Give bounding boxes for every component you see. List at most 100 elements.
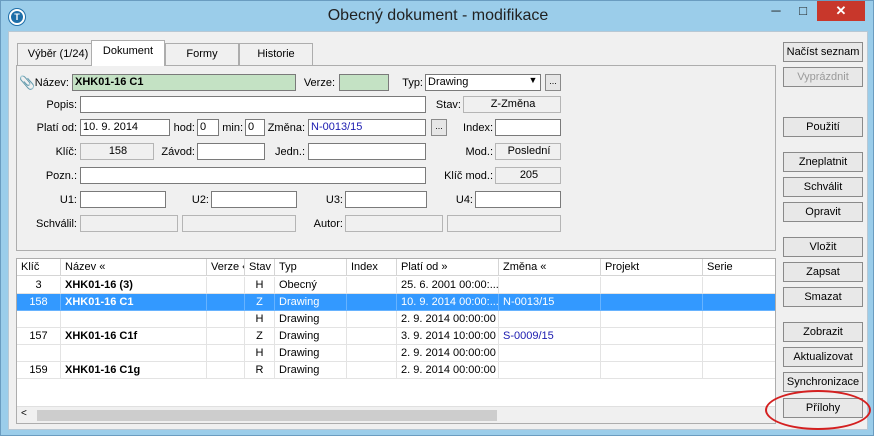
- autor-date-field: [447, 215, 561, 232]
- cell-typ: Drawing: [275, 328, 347, 345]
- tab-dokument[interactable]: Dokument: [91, 40, 165, 66]
- table-cell: [601, 294, 703, 311]
- chevron-left-icon[interactable]: <: [21, 408, 27, 419]
- cell-zmena: [499, 362, 601, 379]
- col-typ[interactable]: Typ: [275, 259, 347, 276]
- table-cell: [703, 328, 775, 345]
- close-button[interactable]: ✕: [817, 1, 865, 21]
- nazev-field[interactable]: XHK01-16 C1: [72, 74, 296, 91]
- minimize-button[interactable]: ─: [763, 1, 789, 21]
- table-row[interactable]: 158 XHK01-16 C1 Z Drawing 10. 9. 2014 00:00:…: [17, 294, 775, 311]
- cell-typ: Drawing: [275, 362, 347, 379]
- col-nazev[interactable]: Název «: [61, 259, 207, 276]
- table-cell: [207, 294, 245, 311]
- table-row[interactable]: 159 XHK01-16 C1g R Drawing 2. 9. 2014 00:00:…: [17, 362, 775, 379]
- app-window: T Obecný dokument - modifikace ─ □ ✕ Výb…: [0, 0, 874, 436]
- min-field[interactable]: 0: [245, 119, 265, 136]
- window-title: Obecný dokument - modifikace: [327, 7, 549, 24]
- autor-field: [345, 215, 443, 232]
- col-verze[interactable]: Verze «: [207, 259, 245, 276]
- popis-field[interactable]: [80, 96, 426, 113]
- scrollbar-thumb[interactable]: [37, 410, 497, 421]
- cell-typ: Drawing: [275, 311, 347, 328]
- cell-klic: [17, 345, 61, 362]
- tab-formy[interactable]: Formy: [165, 43, 239, 65]
- jedn-field[interactable]: [308, 143, 426, 160]
- col-stav[interactable]: Stav: [245, 259, 275, 276]
- cell-nazev: XHK01-16 C1g: [61, 362, 207, 379]
- client-area: Výběr (1/24) Dokument Formy Historie 📎 N…: [8, 31, 868, 430]
- table-row[interactable]: 3 XHK01-16 (3) H Obecný 25. 6. 2001 00:00:..…: [17, 277, 775, 294]
- vlozit-button[interactable]: Vložit: [783, 237, 863, 257]
- nazev-label: Název:: [34, 77, 69, 89]
- horizontal-scrollbar[interactable]: <: [17, 406, 775, 423]
- document-grid: Klíč Název « Verze « Stav Typ Index Plat…: [16, 258, 776, 424]
- index-field[interactable]: [495, 119, 561, 136]
- cell-plati: 25. 6. 2001 00:00:...: [397, 277, 499, 294]
- zapsat-button[interactable]: Zapsat: [783, 262, 863, 282]
- table-row[interactable]: 157 XHK01-16 C1f Z Drawing 3. 9. 2014 10:00:…: [17, 328, 775, 345]
- u2-field[interactable]: [211, 191, 297, 208]
- table-cell: [601, 277, 703, 294]
- jedn-label: Jedn.:: [275, 146, 305, 158]
- stav-label: Stav:: [435, 99, 461, 111]
- cell-stav: Z: [245, 294, 275, 311]
- table-row[interactable]: H Drawing 2. 9. 2014 00:00:00: [17, 345, 775, 362]
- maximize-button[interactable]: □: [790, 1, 816, 21]
- pozn-field[interactable]: [80, 167, 426, 184]
- col-plati-od[interactable]: Platí od »: [397, 259, 499, 276]
- nacist-seznam-button[interactable]: Načíst seznam: [783, 42, 863, 62]
- typ-browse-button[interactable]: ...: [545, 74, 561, 91]
- klic-label: Klíč:: [55, 146, 77, 158]
- cell-klic: 3: [17, 277, 61, 294]
- tab-historie[interactable]: Historie: [239, 43, 313, 65]
- zobrazit-button[interactable]: Zobrazit: [783, 322, 863, 342]
- col-serie[interactable]: Serie: [703, 259, 775, 276]
- tab-vyber[interactable]: Výběr (1/24): [17, 43, 99, 65]
- zneplatnit-button[interactable]: Zneplatnit: [783, 152, 863, 172]
- zmena-browse-button[interactable]: ...: [431, 119, 447, 136]
- u3-field[interactable]: [345, 191, 427, 208]
- opravit-button[interactable]: Opravit: [783, 202, 863, 222]
- cell-typ: Drawing: [275, 294, 347, 311]
- table-row[interactable]: H Drawing 2. 9. 2014 00:00:00: [17, 311, 775, 328]
- u2-label: U2:: [191, 194, 209, 206]
- cell-klic: 158: [17, 294, 61, 311]
- schvalit-button[interactable]: Schválit: [783, 177, 863, 197]
- table-cell: [347, 345, 397, 362]
- u4-field[interactable]: [475, 191, 561, 208]
- hod-field[interactable]: 0: [197, 119, 219, 136]
- schvalil-label: Schválil:: [36, 218, 77, 230]
- vyprazdnit-button[interactable]: Vyprázdnit: [783, 67, 863, 87]
- min-label: min:: [222, 122, 243, 134]
- cell-klic: 157: [17, 328, 61, 345]
- pouziti-button[interactable]: Použití: [783, 117, 863, 137]
- highlight-annotation: [765, 390, 871, 430]
- col-projekt[interactable]: Projekt: [601, 259, 703, 276]
- schvalil-date-field: [182, 215, 296, 232]
- col-klic[interactable]: Klíč: [17, 259, 61, 276]
- popis-label: Popis:: [46, 99, 77, 111]
- synchronizace-button[interactable]: Synchronizace: [783, 372, 863, 392]
- chevron-down-icon[interactable]: ▼: [525, 74, 541, 91]
- col-zmena[interactable]: Změna «: [499, 259, 601, 276]
- klic-field: 158: [80, 143, 154, 160]
- zmena-field[interactable]: N-0013/15: [308, 119, 426, 136]
- u1-field[interactable]: [80, 191, 166, 208]
- verze-field[interactable]: [339, 74, 389, 91]
- col-index[interactable]: Index: [347, 259, 397, 276]
- verze-label: Verze:: [303, 77, 335, 89]
- plati-od-field[interactable]: 10. 9. 2014: [80, 119, 170, 136]
- cell-zmena: S-0009/15: [499, 328, 601, 345]
- table-cell: [703, 311, 775, 328]
- cell-zmena: [499, 311, 601, 328]
- table-cell: [207, 362, 245, 379]
- zavod-field[interactable]: [197, 143, 265, 160]
- typ-select[interactable]: Drawing: [425, 74, 541, 91]
- cell-zmena: [499, 345, 601, 362]
- aktualizovat-button[interactable]: Aktualizovat: [783, 347, 863, 367]
- smazat-button[interactable]: Smazat: [783, 287, 863, 307]
- table-cell: [347, 311, 397, 328]
- pozn-label: Pozn.:: [45, 170, 77, 182]
- table-cell: [207, 311, 245, 328]
